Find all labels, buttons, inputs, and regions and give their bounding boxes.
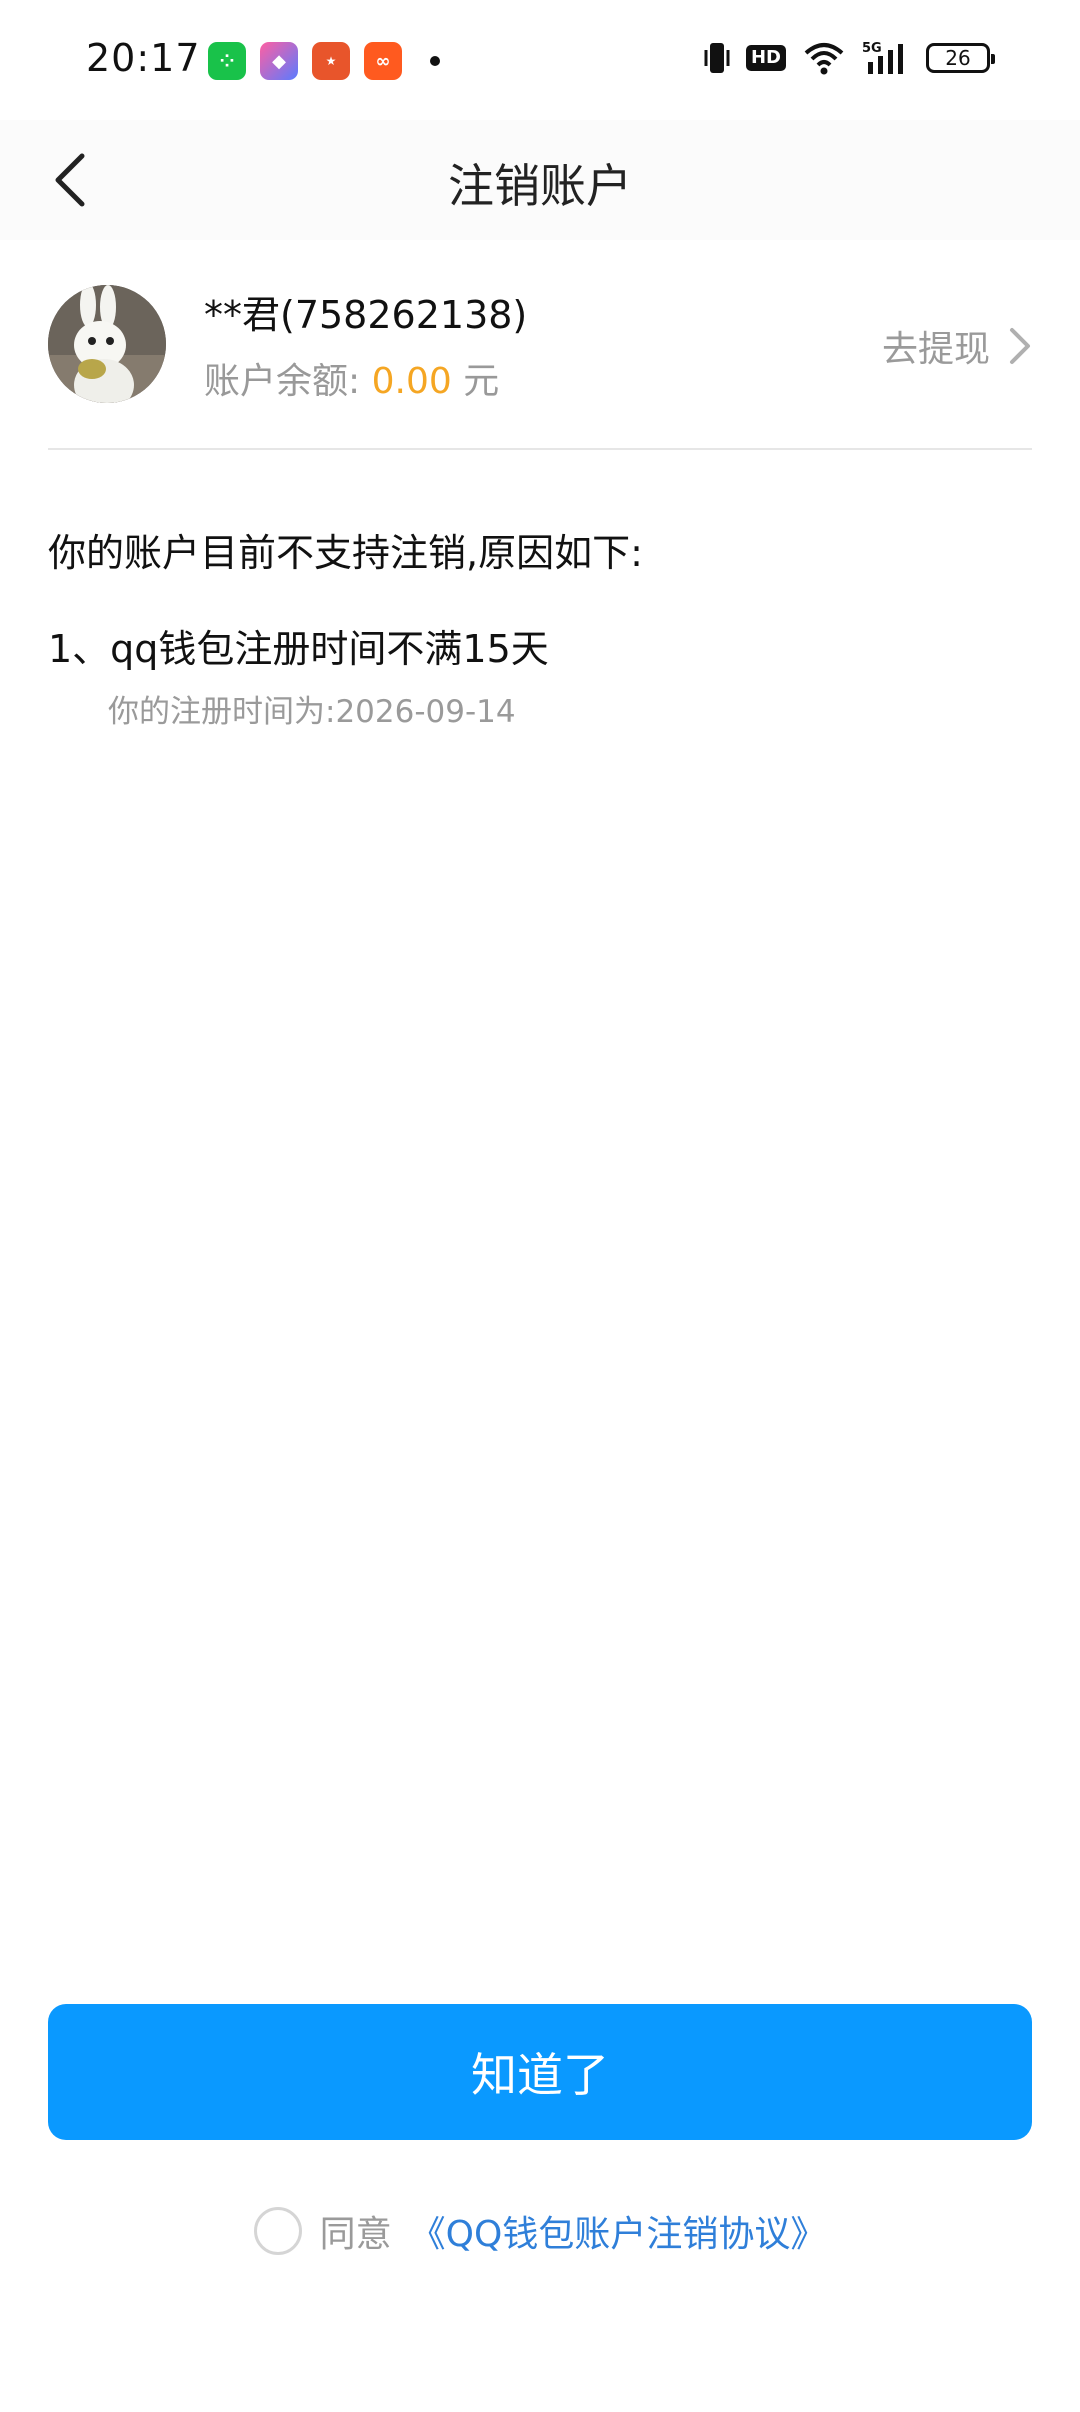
agreement-row: 同意 《QQ钱包账户注销协议》 xyxy=(0,2205,1080,2257)
status-indicators: HD 5G 26 xyxy=(704,40,995,76)
balance-line: 账户余额: 0.00 元 xyxy=(204,352,499,404)
more-notifications-dot xyxy=(430,56,440,66)
rabbit-avatar-image xyxy=(48,285,166,403)
chevron-right-icon xyxy=(1010,328,1030,364)
vibrate-icon xyxy=(704,43,730,73)
wifi-icon xyxy=(804,43,844,75)
agree-label: 同意 xyxy=(319,2214,392,2255)
balance-label: 账户余额: xyxy=(204,361,361,402)
account-card: **君(758262138) 账户余额: 0.00 元 去提现 xyxy=(48,240,1032,450)
app-icon-green: ⁘ xyxy=(208,42,246,80)
reason-detail: 你的注册时间为:2026-09-14 xyxy=(108,694,516,730)
withdraw-label: 去提现 xyxy=(881,329,990,370)
battery-level: 26 xyxy=(945,46,971,70)
app-icon-gradient: ◆ xyxy=(260,42,298,80)
nav-bar: 注销账户 xyxy=(0,120,1080,240)
notification-icons: ⁘ ◆ ★ ∞ xyxy=(208,42,440,80)
agree-radio[interactable] xyxy=(253,2207,302,2255)
avatar xyxy=(48,285,166,403)
status-time: 20:17 xyxy=(86,36,201,80)
balance-value: 0.00 xyxy=(371,361,452,402)
reason-title: 你的账户目前不支持注销,原因如下: xyxy=(48,531,643,575)
app-icon-orange: ∞ xyxy=(364,42,402,80)
account-name: **君(758262138) xyxy=(204,293,528,337)
reason-item: 1、qq钱包注册时间不满15天 xyxy=(48,627,549,671)
balance-unit: 元 xyxy=(463,361,500,402)
signal-5g-icon: 5G xyxy=(862,41,903,74)
agreement-link[interactable]: 《QQ钱包账户注销协议》 xyxy=(410,2205,827,2257)
status-bar: 20:17 ⁘ ◆ ★ ∞ HD 5G 26 xyxy=(0,0,1080,120)
svg-text:5G: 5G xyxy=(862,41,882,56)
acknowledge-button[interactable]: 知道了 xyxy=(48,2004,1032,2140)
withdraw-link[interactable]: 去提现 xyxy=(882,320,1032,372)
hd-icon: HD xyxy=(745,45,786,71)
battery-icon: 26 xyxy=(926,43,995,73)
page-title: 注销账户 xyxy=(448,159,632,213)
app-icon-game: ★ xyxy=(312,42,350,80)
